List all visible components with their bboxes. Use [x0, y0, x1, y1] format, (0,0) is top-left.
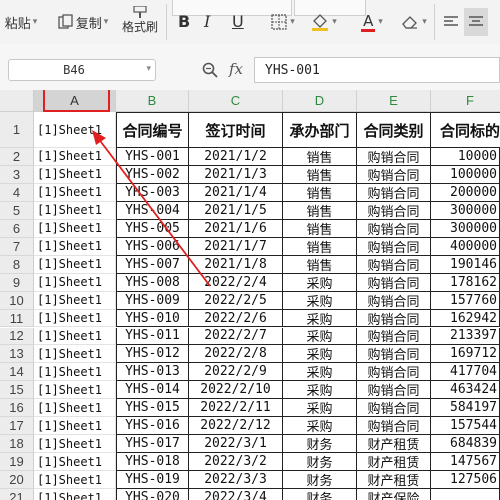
align-left-icon	[444, 16, 458, 26]
chevron-down-icon: ▾	[422, 17, 427, 27]
borders-icon	[271, 14, 287, 30]
italic-button[interactable]: I	[204, 12, 210, 31]
fill-bucket-icon	[312, 14, 329, 31]
toolbar-divider	[434, 4, 435, 40]
underline-button[interactable]: U	[232, 12, 244, 31]
formula-bar: B46 ▾ fx YHS-001	[0, 44, 500, 91]
fx-icon[interactable]: fx	[229, 60, 243, 78]
zoom-search-icon[interactable]	[202, 62, 218, 78]
copy-icon	[58, 14, 73, 29]
ribbon-toolbar: 粘贴 ▾ 复制 ▾ 格式刷 B I U ▾ ▾ A ▾ ▾	[0, 0, 500, 45]
paste-label: 粘贴	[4, 16, 31, 32]
copy-button[interactable]: 复制 ▾	[56, 8, 110, 36]
paste-button[interactable]: 粘贴 ▾	[0, 8, 42, 36]
align-left-button[interactable]	[438, 8, 464, 36]
bold-button[interactable]: B	[178, 12, 190, 31]
name-box-value: B46	[63, 63, 85, 77]
font-color-swatch	[361, 28, 376, 32]
chevron-down-icon: ▾	[332, 17, 337, 27]
formula-input[interactable]: YHS-001	[254, 57, 500, 83]
copy-label: 复制	[75, 16, 102, 32]
format-painter-icon	[133, 5, 147, 18]
name-box[interactable]: B46 ▾	[8, 59, 156, 81]
clear-format-button[interactable]: ▾	[394, 8, 434, 36]
formula-value: YHS-001	[265, 63, 320, 78]
chevron-down-icon: ▾	[146, 64, 151, 74]
toolbar-divider	[166, 4, 167, 40]
annotation-arrow	[92, 130, 211, 287]
font-color-icon: A	[363, 11, 374, 30]
align-center-icon	[469, 16, 483, 26]
chevron-down-icon: ▾	[290, 17, 295, 27]
chevron-down-icon: ▾	[32, 17, 38, 27]
format-painter-label: 格式刷	[121, 19, 158, 34]
font-color-button[interactable]: A ▾	[352, 8, 392, 36]
align-center-button[interactable]	[464, 8, 488, 36]
borders-button[interactable]: ▾	[264, 10, 302, 34]
format-painter-button[interactable]: 格式刷	[116, 0, 164, 40]
fill-color-button[interactable]: ▾	[304, 10, 344, 34]
chevron-down-icon: ▾	[378, 17, 383, 27]
chevron-down-icon: ▾	[103, 17, 109, 27]
spreadsheet-grid: ABCDEF 1 [1]Sheet1 合同编号 签订时间 承办部门 合同类别 合同标的 2 [1…	[0, 90, 500, 500]
eraser-icon	[402, 16, 418, 29]
